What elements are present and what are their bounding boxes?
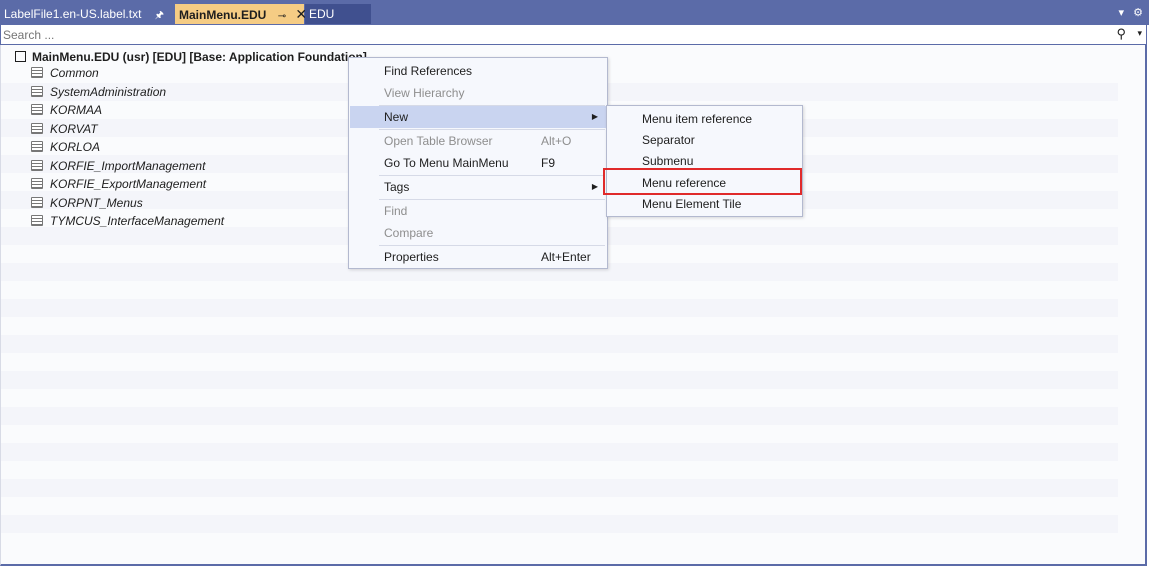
search-options-chevron-down-icon[interactable]: ▾ [1137, 28, 1142, 39]
unpin-icon[interactable]: ⊸ [278, 11, 286, 22]
menu-item-view-hierarchy: View Hierarchy [350, 82, 606, 104]
menu-item-go-to-menu[interactable]: Go To Menu MainMenu F9 [350, 152, 606, 174]
submenu-item-label: Submenu [642, 154, 694, 168]
tree-node-label: KORMAA [50, 103, 103, 117]
menu-item-new[interactable]: New ▶ [350, 106, 606, 128]
submenu-item-menu-item-reference[interactable]: Menu item reference [608, 109, 801, 130]
menu-item-label: Find [384, 204, 408, 218]
tree-node-label: Common [50, 66, 99, 80]
menu-item-shortcut: Alt+Enter [541, 250, 591, 264]
tree-node-korfie-export[interactable]: KORFIE_ExportManagement [31, 175, 206, 193]
menu-item-label: Find References [384, 64, 473, 78]
menu-item-open-table-browser: Open Table Browser Alt+O [350, 130, 606, 152]
tab-strip-tools: ▾ ⚙ [1113, 6, 1143, 19]
submenu-item-label: Menu Element Tile [642, 197, 742, 211]
submenu-item-label: Separator [642, 133, 695, 147]
tree-node-label: SystemAdministration [50, 84, 167, 99]
menu-item-properties[interactable]: Properties Alt+Enter [350, 246, 606, 268]
menu-item-tags[interactable]: Tags ▶ [350, 176, 606, 198]
menu-item-shortcut: Alt+O [541, 134, 572, 148]
tree-node-label: KORLOA [50, 140, 101, 154]
submenu-item-menu-reference[interactable]: Menu reference [608, 173, 801, 194]
menu-node-icon [31, 196, 43, 208]
context-menu: Find References View Hierarchy New ▶ Ope… [348, 57, 608, 269]
pin-icon[interactable]: 🖈 [155, 10, 164, 21]
submenu-item-separator[interactable]: Separator [608, 130, 801, 151]
tab-edu-title: EDU [309, 7, 335, 21]
menu-item-label: Open Table Browser [384, 134, 493, 148]
tree-node-korfie-import[interactable]: KORFIE_ImportManagement [31, 157, 205, 175]
submenu-item-submenu[interactable]: Submenu [608, 151, 801, 172]
tab-label-file[interactable]: LabelFile1.en-US.label.txt 🖈 [0, 4, 172, 24]
menu-item-shortcut: F9 [541, 156, 556, 170]
tree-node-korloa[interactable]: KORLOA [31, 138, 100, 156]
document-tab-strip: LabelFile1.en-US.label.txt 🖈 MainMenu.ED… [0, 0, 1149, 25]
new-submenu: Menu item reference Separator Submenu Me… [606, 105, 803, 217]
tree-node-tymcus-interface[interactable]: TYMCUS_InterfaceManagement [31, 212, 224, 230]
menu-node-icon [31, 159, 43, 171]
submenu-item-label: Menu reference [642, 176, 727, 190]
tree-node-korvat[interactable]: KORVAT [31, 120, 98, 138]
tree-node-label: TYMCUS_InterfaceManagement [50, 214, 225, 228]
menu-item-label: Go To Menu MainMenu [384, 156, 509, 170]
menu-item-find: Find [350, 200, 606, 222]
tree-node-korpnt-menus[interactable]: KORPNT_Menus [31, 194, 143, 212]
tree-node-kormaa[interactable]: KORMAA [31, 101, 102, 119]
search-bar: ⚲ ▾ [0, 25, 1147, 45]
tree-node-common[interactable]: Common [31, 64, 99, 82]
tab-mainmenu-edu-title: MainMenu.EDU [179, 8, 267, 22]
tree-node-label: KORPNT_Menus [50, 195, 143, 210]
tab-label-file-title: LabelFile1.en-US.label.txt [4, 7, 142, 21]
menu-node-icon [31, 141, 43, 152]
menu-item-label: View Hierarchy [384, 86, 465, 100]
menu-node-icon [31, 104, 43, 115]
tab-mainmenu-edu[interactable]: MainMenu.EDU ⊸ ✕ [175, 4, 307, 24]
menu-item-find-references[interactable]: Find References [350, 60, 606, 82]
menu-node-icon [31, 215, 43, 226]
tree-node-label: KORFIE_ExportManagement [50, 177, 207, 191]
menu-item-compare: Compare [350, 222, 606, 244]
menu-root-icon [15, 51, 26, 62]
tree-node-systemadministration[interactable]: SystemAdministration [31, 83, 166, 101]
menu-node-icon [31, 122, 43, 134]
search-icon[interactable]: ⚲ [1116, 26, 1126, 42]
menu-item-label: Compare [384, 226, 434, 240]
chevron-right-icon: ▶ [591, 182, 598, 191]
menu-item-label: New [384, 110, 409, 124]
submenu-item-label: Menu item reference [642, 112, 753, 126]
submenu-item-menu-element-tile[interactable]: Menu Element Tile [608, 194, 801, 215]
tab-edu[interactable]: EDU [305, 4, 371, 24]
tree-node-label: KORFIE_ImportManagement [50, 158, 206, 173]
menu-item-label: Tags [384, 180, 410, 194]
chevron-down-icon[interactable]: ▾ [1119, 7, 1125, 19]
search-input[interactable] [3, 26, 1113, 43]
tree-node-label: KORVAT [50, 121, 98, 136]
chevron-right-icon: ▶ [591, 112, 598, 121]
menu-node-icon [31, 67, 43, 78]
menu-item-label: Properties [384, 250, 439, 264]
gear-icon[interactable]: ⚙ [1133, 7, 1143, 19]
tree-root-label: MainMenu.EDU (usr) [EDU] [Base: Applicat… [32, 50, 367, 64]
menu-node-icon [31, 85, 43, 97]
menu-node-icon [31, 178, 43, 189]
